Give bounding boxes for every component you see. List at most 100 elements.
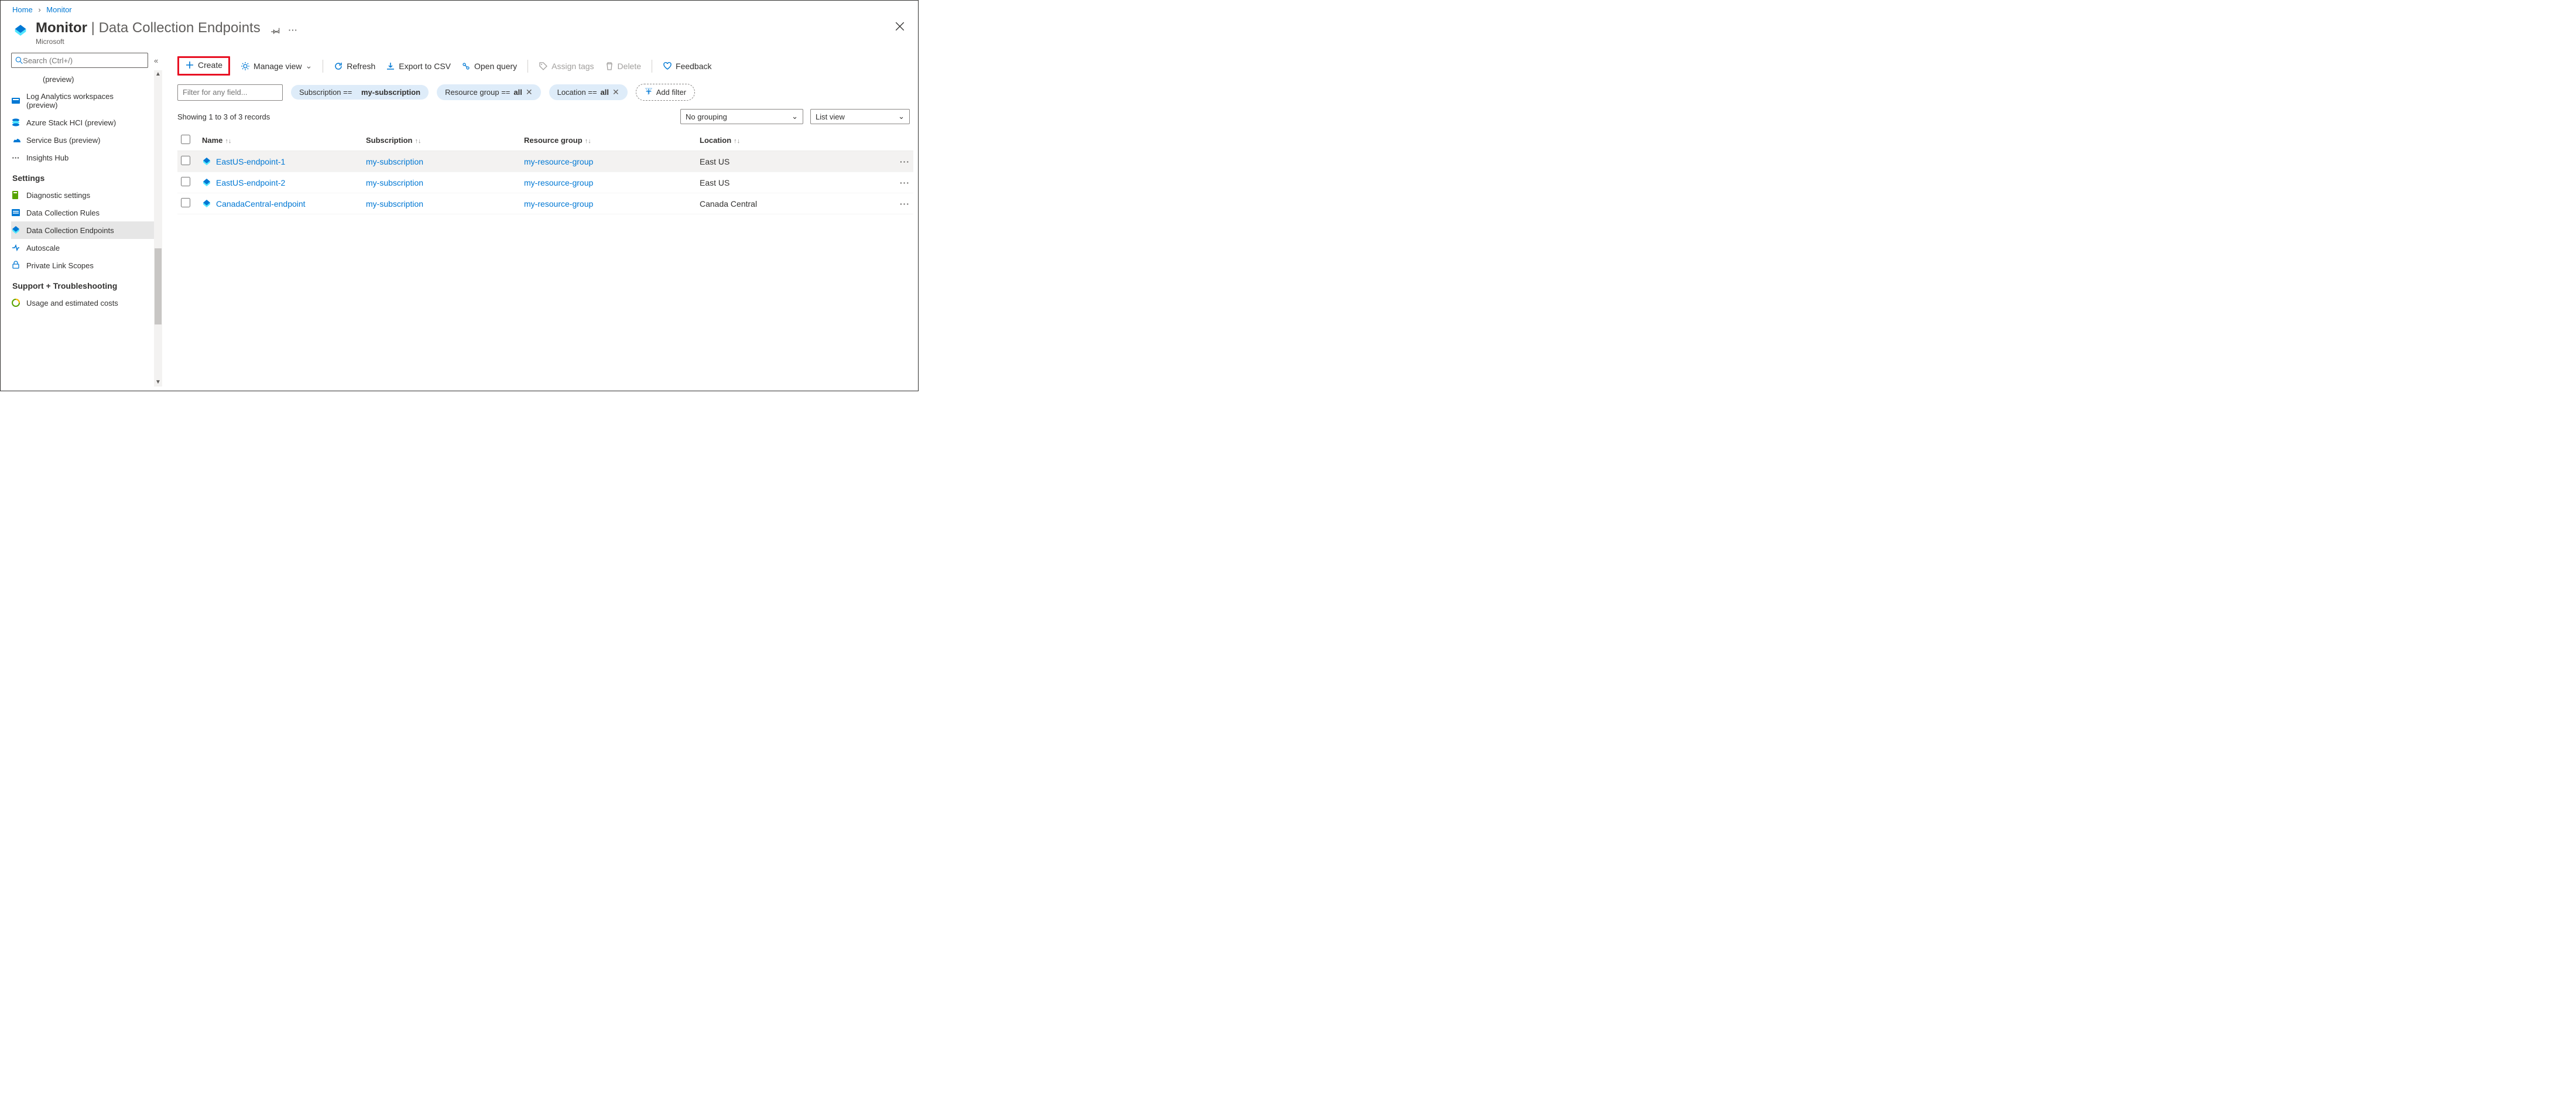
filter-bar: Subscription == my-subscription Resource…: [177, 81, 913, 107]
button-label: Assign tags: [551, 61, 594, 71]
pill-value: all: [601, 88, 609, 97]
button-label: Export to CSV: [399, 61, 451, 71]
feedback-button[interactable]: Feedback: [663, 61, 711, 71]
select-all-checkbox[interactable]: [181, 135, 190, 144]
search-input[interactable]: [23, 56, 144, 65]
sidebar: « (preview) Log Analytics workspaces (pr…: [1, 53, 166, 387]
sidebar-scrollbar[interactable]: ▲ ▼: [154, 70, 162, 387]
scroll-down-icon[interactable]: ▼: [155, 378, 161, 387]
grouping-select[interactable]: No grouping ⌄: [680, 109, 803, 124]
sidebar-item-label: Data Collection Endpoints: [26, 226, 114, 235]
rg-link[interactable]: my-resource-group: [524, 199, 593, 209]
sidebar-item-autoscale[interactable]: Autoscale: [11, 239, 162, 257]
resource-link[interactable]: EastUS-endpoint-2: [216, 178, 285, 187]
filter-pill-location[interactable]: Location == all ✕: [549, 84, 628, 100]
refresh-icon: [334, 61, 343, 71]
more-icon[interactable]: ···: [289, 26, 298, 37]
subscription-link[interactable]: my-subscription: [366, 199, 423, 209]
pill-value: all: [513, 88, 522, 97]
sidebar-item-log-analytics[interactable]: Log Analytics workspaces (preview): [11, 88, 162, 114]
delete-button: Delete: [605, 61, 641, 71]
col-subscription[interactable]: Subscription↑↓: [362, 130, 520, 151]
col-resource-group[interactable]: Resource group↑↓: [520, 130, 696, 151]
close-icon[interactable]: ✕: [612, 87, 619, 97]
col-location[interactable]: Location↑↓: [696, 130, 890, 151]
sidebar-heading-settings: Settings: [11, 166, 162, 186]
open-query-button[interactable]: Open query: [461, 61, 517, 71]
sidebar-item-dce[interactable]: Data Collection Endpoints: [11, 221, 162, 239]
row-checkbox[interactable]: [181, 177, 190, 186]
breadcrumb-monitor[interactable]: Monitor: [46, 5, 71, 14]
assign-tags-button: Assign tags: [539, 61, 594, 71]
location-cell: East US: [696, 151, 890, 172]
sidebar-item-label: Log Analytics workspaces (preview): [26, 92, 138, 110]
row-more-button[interactable]: ···: [890, 172, 913, 193]
sidebar-item-service-bus[interactable]: Service Bus (preview): [11, 131, 162, 149]
add-filter-icon: [645, 87, 653, 97]
chevron-down-icon: ⌄: [898, 112, 905, 121]
resource-link[interactable]: EastUS-endpoint-1: [216, 157, 285, 166]
sidebar-item-preview[interactable]: (preview): [11, 70, 162, 88]
collapse-sidebar-button[interactable]: «: [154, 56, 158, 65]
row-checkbox[interactable]: [181, 156, 190, 165]
stack-hci-icon: [11, 118, 20, 127]
sidebar-item-label: Usage and estimated costs: [26, 299, 118, 307]
rg-link[interactable]: my-resource-group: [524, 178, 593, 187]
view-select[interactable]: List view ⌄: [810, 109, 910, 124]
row-checkbox[interactable]: [181, 198, 190, 207]
select-value: List view: [816, 112, 845, 121]
filter-pill-resource-group[interactable]: Resource group == all ✕: [437, 84, 541, 100]
scroll-up-icon[interactable]: ▲: [155, 70, 161, 78]
sidebar-item-insights-hub[interactable]: ··· Insights Hub: [11, 149, 162, 166]
sidebar-item-azure-stack[interactable]: Azure Stack HCI (preview): [11, 114, 162, 131]
close-blade-button[interactable]: [895, 21, 905, 33]
sidebar-search[interactable]: [11, 53, 148, 68]
export-csv-button[interactable]: Export to CSV: [386, 61, 451, 71]
sort-icon: ↑↓: [585, 138, 591, 145]
resource-link[interactable]: CanadaCentral-endpoint: [216, 199, 306, 209]
sidebar-item-label: Autoscale: [26, 244, 60, 252]
endpoint-icon: [202, 178, 211, 187]
filter-input[interactable]: [177, 84, 283, 101]
button-label: Feedback: [676, 61, 711, 71]
endpoint-icon: [202, 157, 211, 166]
add-filter-button[interactable]: Add filter: [636, 84, 695, 101]
sidebar-item-privatelink[interactable]: Private Link Scopes: [11, 257, 162, 274]
create-button[interactable]: Create: [185, 60, 222, 70]
manage-view-button[interactable]: Manage view ⌄: [241, 61, 312, 71]
filter-pill-subscription[interactable]: Subscription == my-subscription: [291, 85, 429, 100]
toolbar-separator: [527, 60, 528, 73]
log-analytics-icon: [11, 96, 20, 105]
sidebar-item-usage[interactable]: Usage and estimated costs: [11, 294, 162, 312]
scrollbar-thumb[interactable]: [155, 248, 162, 324]
sidebar-item-label: Diagnostic settings: [26, 191, 90, 200]
breadcrumb-separator: ›: [38, 5, 40, 14]
endpoint-icon: [202, 199, 211, 209]
pin-icon[interactable]: [271, 26, 280, 37]
table-row[interactable]: EastUS-endpoint-2 my-subscription my-resou…: [177, 172, 913, 193]
col-name[interactable]: Name↑↓: [198, 130, 362, 151]
sidebar-item-diagnostic[interactable]: Diagnostic settings: [11, 186, 162, 204]
sidebar-heading-support: Support + Troubleshooting: [11, 274, 162, 294]
pill-prefix: Resource group ==: [445, 88, 510, 97]
select-value: No grouping: [686, 112, 727, 121]
sidebar-item-label: Private Link Scopes: [26, 261, 94, 270]
refresh-button[interactable]: Refresh: [334, 61, 375, 71]
table-row[interactable]: EastUS-endpoint-1 my-subscription my-resou…: [177, 151, 913, 172]
row-more-button[interactable]: ···: [890, 193, 913, 214]
subscription-link[interactable]: my-subscription: [366, 178, 423, 187]
page-header: Monitor | Data Collection Endpoints Micr…: [1, 18, 918, 53]
sort-icon: ↑↓: [415, 138, 421, 145]
table-row[interactable]: CanadaCentral-endpoint my-subscription my-…: [177, 193, 913, 214]
rg-link[interactable]: my-resource-group: [524, 157, 593, 166]
sidebar-item-dcr[interactable]: Data Collection Rules: [11, 204, 162, 221]
usage-icon: [11, 298, 20, 307]
close-icon[interactable]: ✕: [526, 87, 533, 97]
results-table: Name↑↓ Subscription↑↓ Resource group↑↓ L…: [177, 130, 913, 214]
row-more-button[interactable]: ···: [890, 151, 913, 172]
autoscale-icon: [11, 243, 20, 252]
location-cell: Canada Central: [696, 193, 890, 214]
subscription-link[interactable]: my-subscription: [366, 157, 423, 166]
breadcrumb-home[interactable]: Home: [12, 5, 33, 14]
sidebar-list: (preview) Log Analytics workspaces (prev…: [11, 70, 162, 387]
